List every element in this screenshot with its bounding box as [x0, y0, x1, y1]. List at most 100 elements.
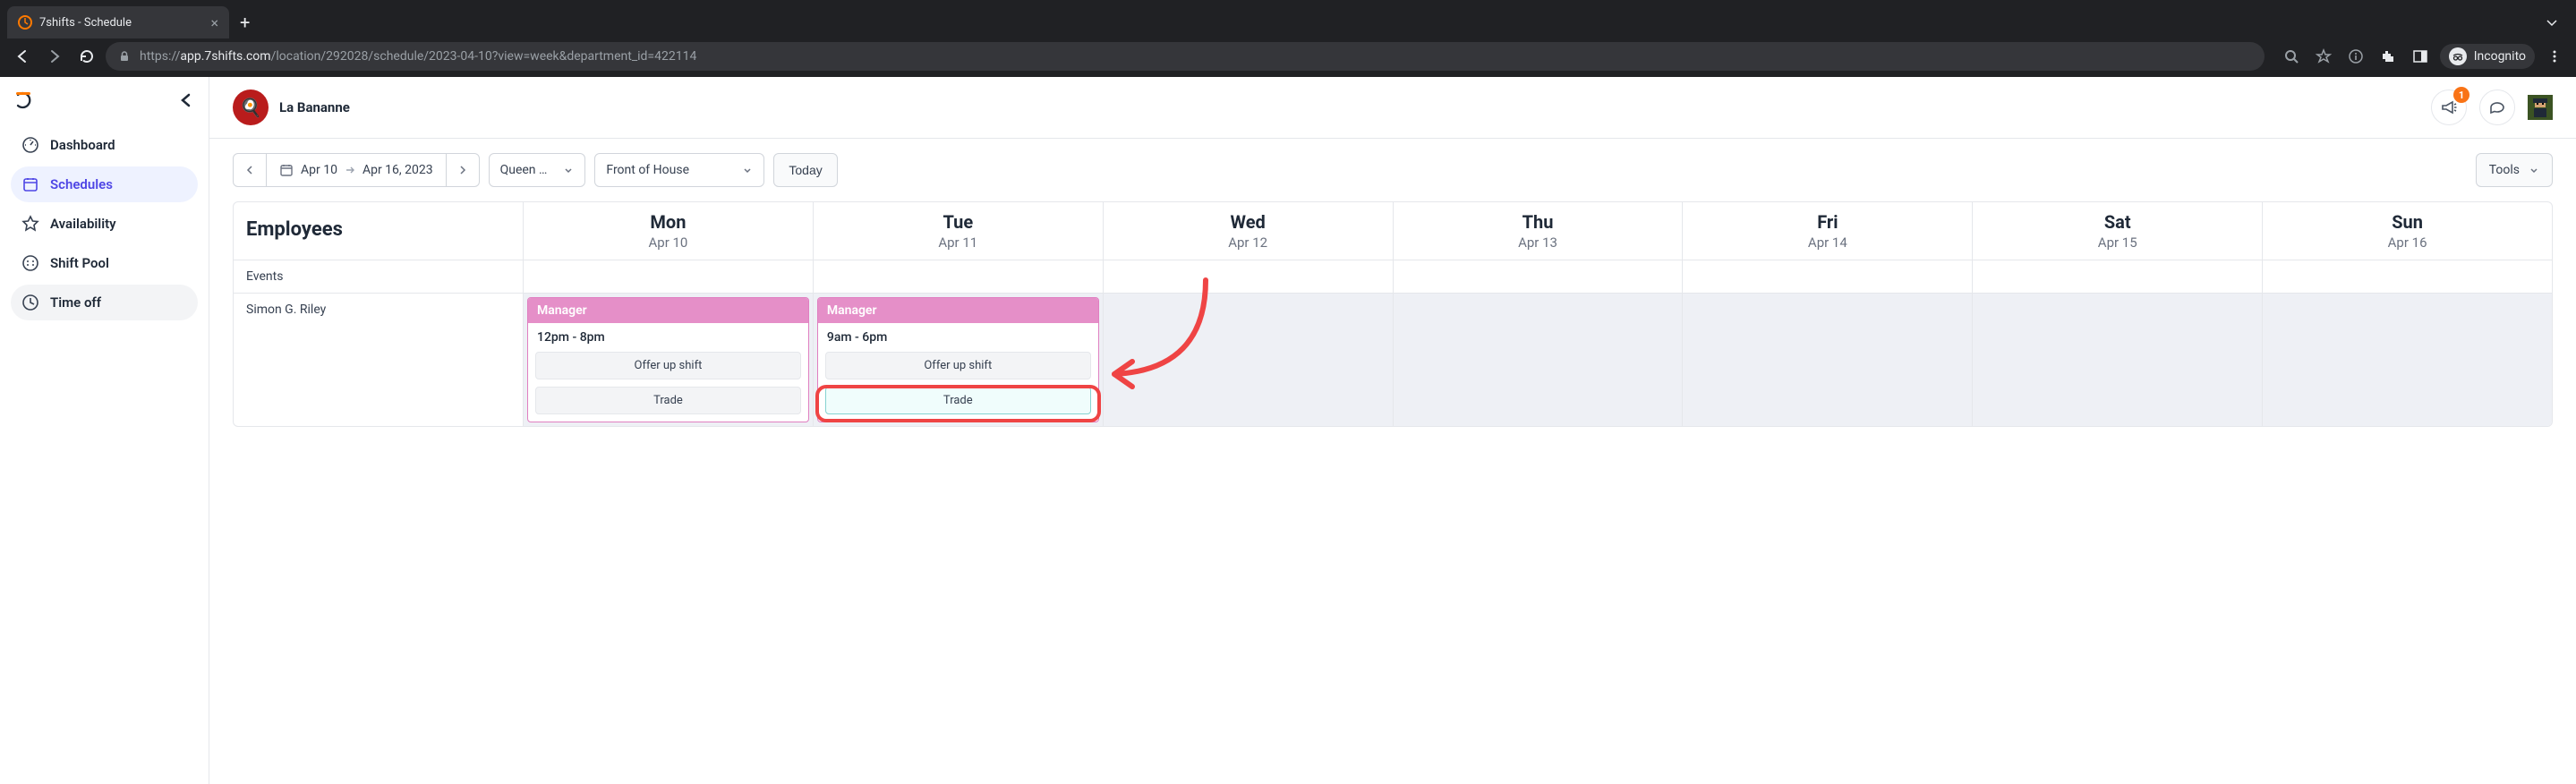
url-text: https://app.7shifts.com/location/292028/… [140, 49, 696, 64]
day-header[interactable]: TueApr 11 [814, 202, 1104, 260]
arrow-right-icon [345, 165, 355, 175]
browser-tab[interactable]: 7shifts - Schedule × [7, 6, 229, 38]
schedule-toolbar: Apr 10 Apr 16, 2023 Queen … Front [209, 139, 2576, 201]
sidebar-item-schedules[interactable]: Schedules [11, 166, 198, 202]
sidebar-item-shift-pool[interactable]: Shift Pool [11, 245, 198, 281]
chevron-down-icon [563, 165, 574, 175]
topbar: 🍳 La Bananne 1 [209, 77, 2576, 139]
shift-cell[interactable]: Manager 12pm - 8pm Offer up shift Trade [524, 294, 814, 426]
day-header[interactable]: WedApr 12 [1104, 202, 1394, 260]
bookmark-icon[interactable] [2311, 44, 2336, 69]
date-segment: Apr 10 Apr 16, 2023 [233, 153, 480, 187]
sidebar-item-label: Time off [50, 294, 101, 311]
url-input[interactable]: https://app.7shifts.com/location/292028/… [106, 42, 2265, 71]
event-cell[interactable] [814, 260, 1104, 293]
shift-cell[interactable] [1104, 294, 1394, 426]
prev-week-button[interactable] [234, 154, 266, 186]
event-cell[interactable] [1973, 260, 2263, 293]
shift-cell[interactable]: Manager 9am - 6pm Offer up shift Trade [814, 294, 1104, 426]
shift-cell[interactable] [1394, 294, 1684, 426]
calendar-icon [279, 163, 294, 177]
main-content: 🍳 La Bananne 1 [209, 77, 2576, 784]
incognito-indicator[interactable]: Incognito [2440, 44, 2535, 69]
messages-button[interactable] [2479, 89, 2515, 125]
trade-button[interactable]: Trade [825, 387, 1091, 414]
location-name: La Bananne [279, 99, 350, 115]
sidebar: Dashboard Schedules Availability Shift P… [0, 77, 209, 784]
incognito-icon [2449, 47, 2467, 65]
incognito-label: Incognito [2474, 49, 2526, 64]
shift-time: 12pm - 8pm [528, 323, 808, 352]
user-avatar[interactable] [2528, 95, 2553, 120]
event-cell[interactable] [1683, 260, 1973, 293]
sidebar-item-label: Dashboard [50, 137, 115, 153]
close-tab-icon[interactable]: × [210, 14, 218, 31]
event-cell[interactable] [524, 260, 814, 293]
tools-label: Tools [2489, 163, 2520, 177]
tab-bar: 7shifts - Schedule × + [0, 0, 2576, 39]
employee-name[interactable]: Simon G. Riley [234, 294, 524, 426]
shift-card[interactable]: Manager 9am - 6pm Offer up shift Trade [817, 297, 1099, 422]
sidebar-collapse-button[interactable] [178, 92, 194, 108]
employees-header: Employees [234, 202, 524, 260]
shift-cell[interactable] [1683, 294, 1973, 426]
event-cell[interactable] [1394, 260, 1684, 293]
lock-icon [118, 50, 131, 63]
day-header[interactable]: FriApr 14 [1683, 202, 1973, 260]
trade-button[interactable]: Trade [535, 387, 801, 414]
reload-button[interactable] [73, 43, 100, 70]
date-range-picker[interactable]: Apr 10 Apr 16, 2023 [266, 154, 447, 186]
event-cell[interactable] [2263, 260, 2552, 293]
sidebar-item-label: Shift Pool [50, 255, 109, 271]
forward-button[interactable] [41, 43, 68, 70]
offer-up-shift-button[interactable]: Offer up shift [825, 352, 1091, 379]
browser-menu-icon[interactable] [2542, 44, 2567, 69]
employee-row: Simon G. Riley Manager 12pm - 8pm Offer … [234, 294, 2552, 426]
sidepanel-icon[interactable] [2408, 44, 2433, 69]
next-week-button[interactable] [447, 154, 479, 186]
sidebar-item-label: Availability [50, 216, 116, 232]
search-url-icon[interactable] [2279, 44, 2304, 69]
day-header[interactable]: SunApr 16 [2263, 202, 2552, 260]
address-bar: https://app.7shifts.com/location/292028/… [0, 39, 2576, 77]
app-logo-icon[interactable] [14, 89, 36, 111]
back-button[interactable] [9, 43, 36, 70]
date-end: Apr 16, 2023 [363, 163, 433, 177]
day-header[interactable]: MonApr 10 [524, 202, 814, 260]
sidebar-item-availability[interactable]: Availability [11, 206, 198, 242]
event-cell[interactable] [1104, 260, 1394, 293]
day-header[interactable]: SatApr 15 [1973, 202, 2263, 260]
shift-cell[interactable] [2263, 294, 2552, 426]
sidebar-item-dashboard[interactable]: Dashboard [11, 127, 198, 163]
events-label: Events [234, 260, 524, 293]
tabs-menu-icon[interactable] [2546, 16, 2558, 29]
tools-button[interactable]: Tools [2476, 153, 2553, 187]
tab-title: 7shifts - Schedule [39, 16, 203, 30]
location-selector[interactable]: 🍳 La Bananne [233, 89, 350, 125]
sidebar-item-label: Schedules [50, 176, 113, 192]
callout-arrow-icon [1098, 276, 1224, 401]
date-start: Apr 10 [301, 163, 337, 177]
events-row: Events [234, 260, 2552, 294]
department-filter-value: Front of House [606, 163, 689, 177]
day-header[interactable]: ThuApr 13 [1394, 202, 1684, 260]
info-icon[interactable] [2343, 44, 2368, 69]
chevron-down-icon [742, 165, 753, 175]
new-tab-button[interactable]: + [240, 12, 250, 33]
extensions-icon[interactable] [2376, 44, 2401, 69]
shift-card[interactable]: Manager 12pm - 8pm Offer up shift Trade [527, 297, 809, 422]
shift-time: 9am - 6pm [818, 323, 1098, 352]
location-filter-value: Queen … [500, 163, 548, 177]
chevron-down-icon [2529, 165, 2539, 175]
shift-role: Manager [528, 298, 808, 323]
location-avatar-icon: 🍳 [233, 89, 269, 125]
shift-cell[interactable] [1973, 294, 2263, 426]
grid-header: Employees MonApr 10 TueApr 11 WedApr 12 … [234, 202, 2552, 260]
location-filter-dropdown[interactable]: Queen … [489, 153, 586, 187]
app-shell: Dashboard Schedules Availability Shift P… [0, 77, 2576, 784]
sidebar-item-time-off[interactable]: Time off [11, 285, 198, 320]
announcements-button[interactable]: 1 [2431, 89, 2467, 125]
offer-up-shift-button[interactable]: Offer up shift [535, 352, 801, 379]
today-button[interactable]: Today [773, 153, 837, 187]
department-filter-dropdown[interactable]: Front of House [594, 153, 764, 187]
